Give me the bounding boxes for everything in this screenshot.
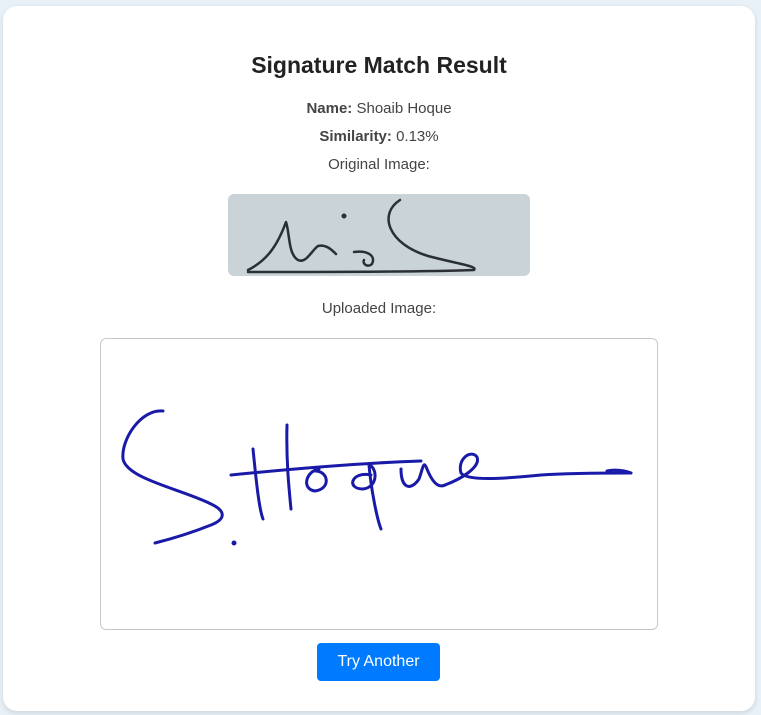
similarity-value: 0.13% (396, 128, 439, 145)
similarity-row: Similarity: 0.13% (3, 128, 755, 145)
original-image-label: Original Image: (328, 156, 430, 173)
try-another-button[interactable]: Try Another (317, 643, 440, 681)
page-title: Signature Match Result (251, 52, 507, 78)
result-card: Signature Match Result Name: Shoaib Hoqu… (3, 6, 755, 711)
uploaded-image-label: Uploaded Image: (321, 300, 437, 317)
similarity-label: Similarity: (319, 128, 392, 145)
uploaded-signature-image (100, 338, 658, 630)
name-row: Name: Shoaib Hoque (3, 100, 755, 117)
name-label: Name: (306, 100, 353, 117)
original-signature-image (228, 194, 530, 276)
name-value: Shoaib Hoque (356, 100, 452, 117)
